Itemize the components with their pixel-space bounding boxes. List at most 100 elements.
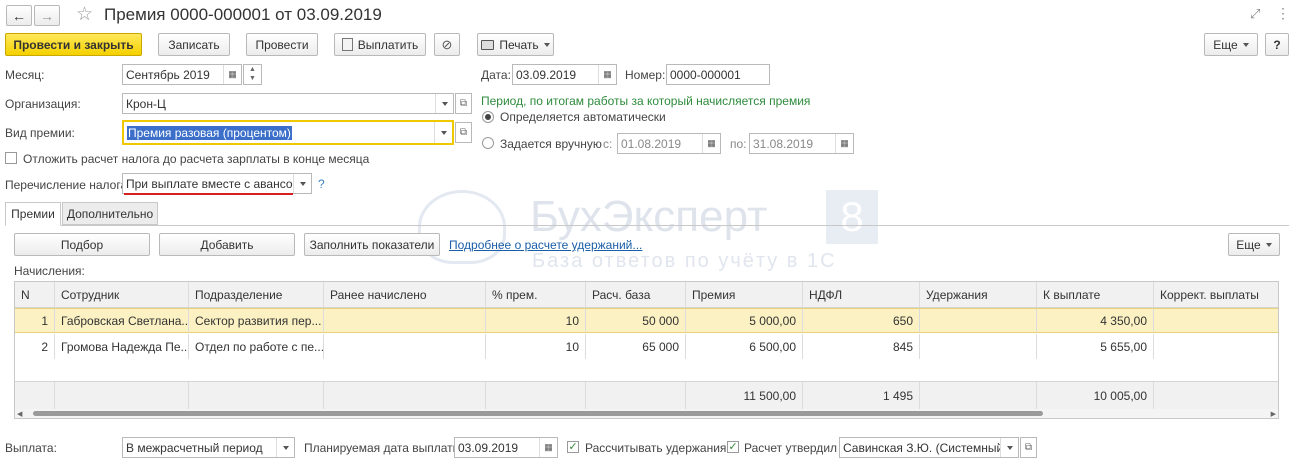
calendar-icon[interactable]: ▦ bbox=[598, 65, 616, 84]
write-button[interactable]: Записать bbox=[158, 33, 230, 56]
col-bonus-pct[interactable]: % прем. bbox=[486, 282, 586, 307]
total-ndfl: 1 495 bbox=[803, 382, 920, 409]
calendar-icon[interactable]: ▦ bbox=[223, 65, 241, 84]
calendar-icon[interactable]: ▦ bbox=[539, 438, 557, 457]
watermark-brand: БухЭксперт bbox=[530, 192, 768, 241]
document-icon bbox=[341, 38, 353, 51]
approver-field[interactable]: Савинская З.Ю. (Системный п bbox=[839, 437, 1019, 458]
chevron-down-icon bbox=[1243, 43, 1249, 47]
red-underline bbox=[124, 193, 293, 195]
col-employee[interactable]: Сотрудник bbox=[55, 282, 189, 307]
approved-checkbox[interactable]: ✓ bbox=[727, 441, 739, 453]
col-pay-correction[interactable]: Коррект. выплаты bbox=[1154, 282, 1278, 307]
number-label: Номер: bbox=[625, 68, 666, 82]
table-row[interactable]: 1 Габровская Светлана... Сектор развития… bbox=[15, 308, 1278, 333]
table-more-button[interactable]: Еще bbox=[1228, 233, 1280, 256]
print-button[interactable]: Печать bbox=[477, 33, 554, 56]
tab-bonuses[interactable]: Премии bbox=[5, 202, 61, 226]
tax-transfer-field[interactable]: При выплате вместе с авансом bbox=[122, 173, 312, 194]
post-button[interactable]: Провести bbox=[246, 33, 318, 56]
add-button[interactable]: Добавить bbox=[159, 233, 295, 256]
scrollbar-thumb[interactable] bbox=[33, 411, 1043, 416]
calendar-icon[interactable]: ▦ bbox=[702, 134, 720, 153]
paperclip-icon: ⊘ bbox=[441, 36, 453, 52]
number-field[interactable]: 0000-000001 bbox=[666, 64, 770, 85]
defer-tax-label: Отложить расчет налога до расчета зарпла… bbox=[23, 152, 370, 166]
chevron-down-icon[interactable] bbox=[293, 174, 311, 193]
pay-button[interactable]: Выплатить bbox=[334, 33, 426, 56]
approved-label: Расчет утвердил bbox=[744, 441, 838, 455]
watermark-digit: 8 bbox=[826, 190, 878, 244]
col-to-pay[interactable]: К выплате bbox=[1037, 282, 1154, 307]
month-label: Месяц: bbox=[5, 68, 45, 82]
tab-additional[interactable]: Дополнительно bbox=[62, 202, 158, 225]
accruals-table: N Сотрудник Подразделение Ранее начислен… bbox=[14, 281, 1279, 419]
organization-field[interactable]: Крон-Ц bbox=[122, 93, 454, 114]
col-bonus[interactable]: Премия bbox=[686, 282, 803, 307]
month-field[interactable]: Сентябрь 2019 ▦ bbox=[122, 64, 242, 85]
deductions-details-link[interactable]: Подробнее о расчете удержаний... bbox=[449, 238, 642, 252]
table-totals-row: 11 500,00 1 495 10 005,00 bbox=[15, 381, 1278, 409]
help-button[interactable]: ? bbox=[1265, 33, 1289, 56]
scroll-right-icon[interactable]: ▶ bbox=[1271, 410, 1276, 418]
chevron-down-icon[interactable] bbox=[276, 438, 294, 457]
planned-date-field[interactable]: 03.09.2019 ▦ bbox=[454, 437, 558, 458]
organization-label: Организация: bbox=[5, 97, 81, 111]
chevron-down-icon[interactable] bbox=[434, 122, 452, 143]
total-to-pay: 10 005,00 bbox=[1037, 382, 1154, 409]
open-approver-icon[interactable]: ⧉ bbox=[1020, 437, 1037, 458]
chevron-down-icon bbox=[1266, 243, 1272, 247]
calendar-icon[interactable]: ▦ bbox=[835, 134, 853, 153]
fill-indicators-button[interactable]: Заполнить показатели bbox=[304, 233, 440, 256]
attach-button[interactable]: ⊘ bbox=[434, 33, 460, 56]
defer-tax-checkbox[interactable] bbox=[5, 152, 17, 164]
payment-field[interactable]: В межрасчетный период bbox=[122, 437, 295, 458]
chevron-down-icon[interactable] bbox=[1000, 438, 1018, 457]
period-auto-label: Определяется автоматически bbox=[500, 110, 666, 124]
calc-deductions-label: Рассчитывать удержания bbox=[585, 441, 727, 455]
back-button[interactable]: ← bbox=[6, 5, 32, 26]
total-bonus: 11 500,00 bbox=[686, 382, 803, 409]
horizontal-scrollbar[interactable]: ◀ ▶ bbox=[15, 409, 1278, 418]
chevron-down-icon[interactable] bbox=[435, 94, 453, 113]
date-field[interactable]: 03.09.2019 ▦ bbox=[512, 64, 617, 85]
col-ndfl[interactable]: НДФЛ bbox=[803, 282, 920, 307]
period-manual-radio[interactable] bbox=[482, 137, 494, 149]
favorite-star-icon[interactable]: ☆ bbox=[76, 3, 93, 26]
open-bonus-type-icon[interactable]: ⧉ bbox=[455, 122, 472, 143]
payment-label: Выплата: bbox=[5, 441, 57, 455]
table-header: N Сотрудник Подразделение Ранее начислен… bbox=[15, 282, 1278, 308]
arrow-left-icon: ← bbox=[12, 7, 26, 24]
col-department[interactable]: Подразделение bbox=[189, 282, 324, 307]
period-to-label: по: bbox=[730, 137, 747, 151]
more-vert-icon[interactable]: ⋮ bbox=[1276, 5, 1290, 22]
post-and-close-button[interactable]: Провести и закрыть bbox=[5, 33, 142, 56]
col-prev-accrued[interactable]: Ранее начислено bbox=[324, 282, 486, 307]
col-n[interactable]: N bbox=[15, 282, 55, 307]
col-deductions[interactable]: Удержания bbox=[920, 282, 1037, 307]
period-manual-label: Задается вручную bbox=[500, 137, 602, 151]
period-from-label: с: bbox=[603, 137, 613, 151]
period-from-field[interactable]: 01.08.2019 ▦ bbox=[617, 133, 721, 154]
col-calc-base[interactable]: Расч. база bbox=[586, 282, 686, 307]
more-button[interactable]: Еще bbox=[1204, 33, 1258, 56]
printer-icon bbox=[481, 39, 495, 50]
window-title: Премия 0000-000001 от 03.09.2019 bbox=[104, 5, 382, 24]
chevron-down-icon bbox=[544, 43, 550, 47]
period-to-field[interactable]: 31.08.2019 ▦ bbox=[749, 133, 854, 154]
tax-help-icon[interactable]: ? bbox=[318, 177, 325, 191]
table-row[interactable]: 2 Громова Надежда Пе... Отдел по работе … bbox=[15, 334, 1278, 359]
scroll-left-icon[interactable]: ◀ bbox=[17, 410, 22, 418]
bonus-type-label: Вид премии: bbox=[5, 126, 75, 140]
bonus-type-field[interactable]: Премия разовая (процентом) bbox=[122, 120, 454, 145]
open-organization-icon[interactable]: ⧉ bbox=[455, 93, 472, 114]
calc-deductions-checkbox[interactable]: ✓ bbox=[567, 441, 579, 453]
tab-bar-line bbox=[5, 225, 1289, 226]
planned-date-label: Планируемая дата выплаты: bbox=[304, 441, 465, 455]
period-auto-radio[interactable] bbox=[482, 111, 494, 123]
forward-button[interactable]: → bbox=[34, 5, 60, 26]
select-button[interactable]: Подбор bbox=[14, 233, 150, 256]
period-title: Период, по итогам работы за который начи… bbox=[481, 94, 811, 108]
month-stepper[interactable]: ▲ ▼ bbox=[243, 64, 262, 85]
link-icon[interactable]: ⤢ bbox=[1250, 6, 1260, 22]
